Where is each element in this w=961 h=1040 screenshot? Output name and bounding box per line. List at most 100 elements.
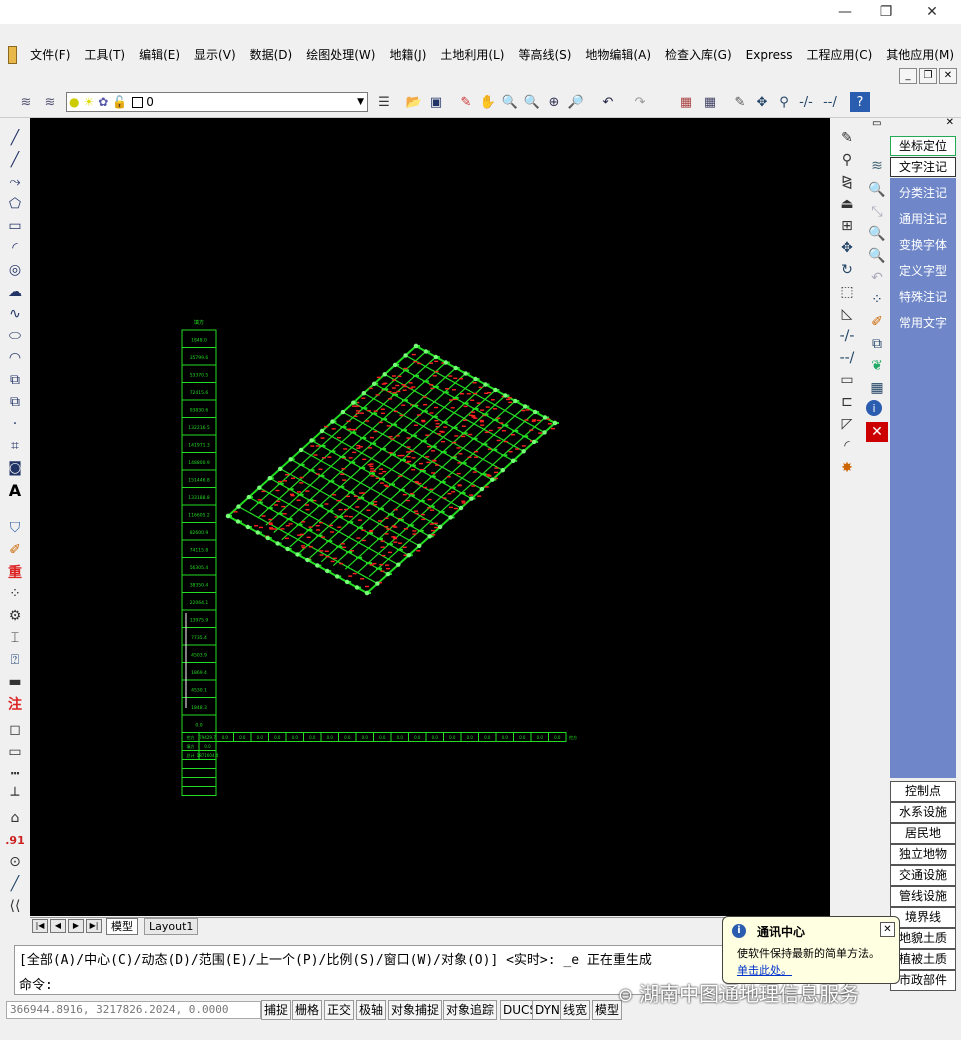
doc-restore-button[interactable]: ❐ [919,68,937,84]
properties-icon[interactable]: ▦ [676,92,696,112]
doc-close-button[interactable]: ✕ [939,68,957,84]
annotate-icon[interactable]: 注 [4,694,26,714]
save-icon[interactable]: ▣ [426,92,446,112]
dyn-toggle[interactable]: DYN [532,1000,563,1020]
menu-item-13[interactable]: 其他应用(M) [879,44,961,66]
circle-icon[interactable]: ◎ [4,260,26,280]
layer-dropdown[interactable]: ● ☀ ✿ 🔓 0 ▼ [66,92,368,112]
break-icon[interactable]: ▭ [836,370,858,390]
mixed-icon[interactable]: ⚙ [4,606,26,626]
table-icon[interactable]: ▦ [700,92,720,112]
menu-item-8[interactable]: 等高线(S) [511,44,578,66]
osnap-toggle[interactable]: 对象捕捉 [388,1000,443,1020]
zoom-in-icon[interactable]: ⊕ [544,92,564,112]
lineweight-toggle[interactable]: 线宽 [560,1000,591,1020]
app-icon[interactable] [8,46,18,64]
menu-item-11[interactable]: Express [739,44,800,66]
menu-item-2[interactable]: 编辑(E) [132,44,187,66]
category-pipeline[interactable]: 管线设施 [890,886,956,907]
list-item[interactable]: 特殊注记 [890,286,956,308]
rectangle-icon[interactable]: ▭ [4,216,26,236]
undo-icon[interactable]: ↶ [598,92,618,112]
info-icon[interactable]: i [866,400,882,416]
network-icon[interactable]: ⁘ [4,584,26,604]
curve-icon[interactable]: ⟨⟨ [4,896,26,916]
doc-minimize-button[interactable]: _ [899,68,917,84]
revcloud-icon[interactable]: ☁ [4,282,26,302]
last-tab-icon[interactable]: ▶| [86,919,102,933]
mirror-icon[interactable]: ⧎ [836,172,858,192]
extend-icon[interactable]: --/ [820,92,840,112]
query-icon[interactable]: ⍰ [4,650,26,670]
undo-text-icon[interactable]: ↶ [866,268,888,288]
layers-icon[interactable]: ≋ [866,156,888,176]
menu-item-0[interactable]: 文件(F) [23,44,77,66]
frame-icon[interactable]: ▭ [4,742,26,762]
tab-layout1[interactable]: Layout1 [144,918,199,935]
menu-item-4[interactable]: 数据(D) [243,44,300,66]
polar-toggle[interactable]: 极轴 [356,1000,387,1020]
panel-minimize-icon[interactable]: ▭ [872,118,881,129]
point-icon[interactable]: · [4,414,26,434]
leaf-icon[interactable]: ❦ [866,356,888,376]
ortho-toggle[interactable]: 正交 [324,1000,355,1020]
help-icon[interactable]: ? [850,92,870,112]
pencil-icon[interactable]: ✎ [456,92,476,112]
elevation-icon[interactable]: .91 [4,830,26,850]
list-item[interactable]: 分类注记 [890,182,956,204]
house-icon[interactable]: ⌂ [4,808,26,828]
linetype-icon[interactable]: ☰ [374,92,394,112]
menu-item-3[interactable]: 显示(V) [187,44,243,66]
list-item[interactable]: 定义字型 [890,260,956,282]
menu-item-1[interactable]: 工具(T) [77,44,132,66]
arc-icon[interactable]: ◜ [4,238,26,258]
move-object-icon[interactable]: ✥ [836,238,858,258]
spline-icon[interactable]: ∿ [4,304,26,324]
brush-icon[interactable]: ✐ [4,540,26,560]
polygon-icon[interactable]: ⬠ [4,194,26,214]
make-block-icon[interactable]: ⧉ [4,392,26,412]
slope-line-icon[interactable]: ╱ [4,874,26,894]
menu-item-5[interactable]: 绘图处理(W) [299,44,382,66]
array-icon[interactable]: ⊞ [836,216,858,236]
menu-item-6[interactable]: 地籍(J) [382,44,433,66]
points-icon[interactable]: ⁘ [866,290,888,310]
snap-toggle[interactable]: 捕捉 [261,1000,292,1020]
ellipse-arc-icon[interactable]: ◠ [4,348,26,368]
close-icon[interactable]: ✕ [880,922,895,937]
redo-icon[interactable]: ↷ [630,92,650,112]
paint-icon[interactable]: ✐ [866,312,888,332]
notification-link[interactable]: 单击此处。 [737,962,792,978]
hand-icon[interactable]: ✋ [478,92,498,112]
list-item[interactable]: 常用文字 [890,312,956,334]
draw-icon[interactable]: ✎ [730,92,750,112]
close-button[interactable]: ✕ [912,0,952,24]
list-item[interactable]: 变换字体 [890,234,956,256]
offset-icon[interactable]: ⏏ [836,194,858,214]
coordinate-locate-button[interactable]: 坐标定位 [890,136,956,156]
prev-tab-icon[interactable]: ◀ [50,919,66,933]
category-residential[interactable]: 居民地 [890,823,956,844]
open-file-icon[interactable]: 📂 [404,92,424,112]
chevron-down-icon[interactable]: ▼ [357,97,364,107]
chamfer-icon[interactable]: ◸ [836,414,858,434]
junction-icon[interactable]: ⌶ [4,628,26,648]
ruler-icon[interactable]: ▬ [4,672,26,692]
arrange-icon[interactable]: ⧉ [866,334,888,354]
copy-icon[interactable]: ⚲ [774,92,794,112]
erase-icon[interactable]: ✎ [836,128,858,148]
text-annotation-button[interactable]: 文字注记 [890,157,956,177]
explode-icon[interactable]: ✸ [836,458,858,478]
zoom-icon[interactable]: 🔍 [866,246,888,266]
scale-icon[interactable]: ⬚ [836,282,858,302]
menu-item-12[interactable]: 工程应用(C) [800,44,880,66]
layer-states-icon[interactable]: ≋ [40,92,60,112]
find-icon[interactable]: 🔍 [866,180,888,200]
scale-text-icon[interactable]: ⤡ [866,202,888,222]
fillet-icon[interactable]: ◜ [836,436,858,456]
tag-icon[interactable]: ⛉ [4,518,26,538]
line-icon[interactable]: ╱ [4,128,26,148]
category-control-point[interactable]: 控制点 [890,781,956,802]
first-tab-icon[interactable]: |◀ [32,919,48,933]
category-independent-feature[interactable]: 独立地物 [890,844,956,865]
